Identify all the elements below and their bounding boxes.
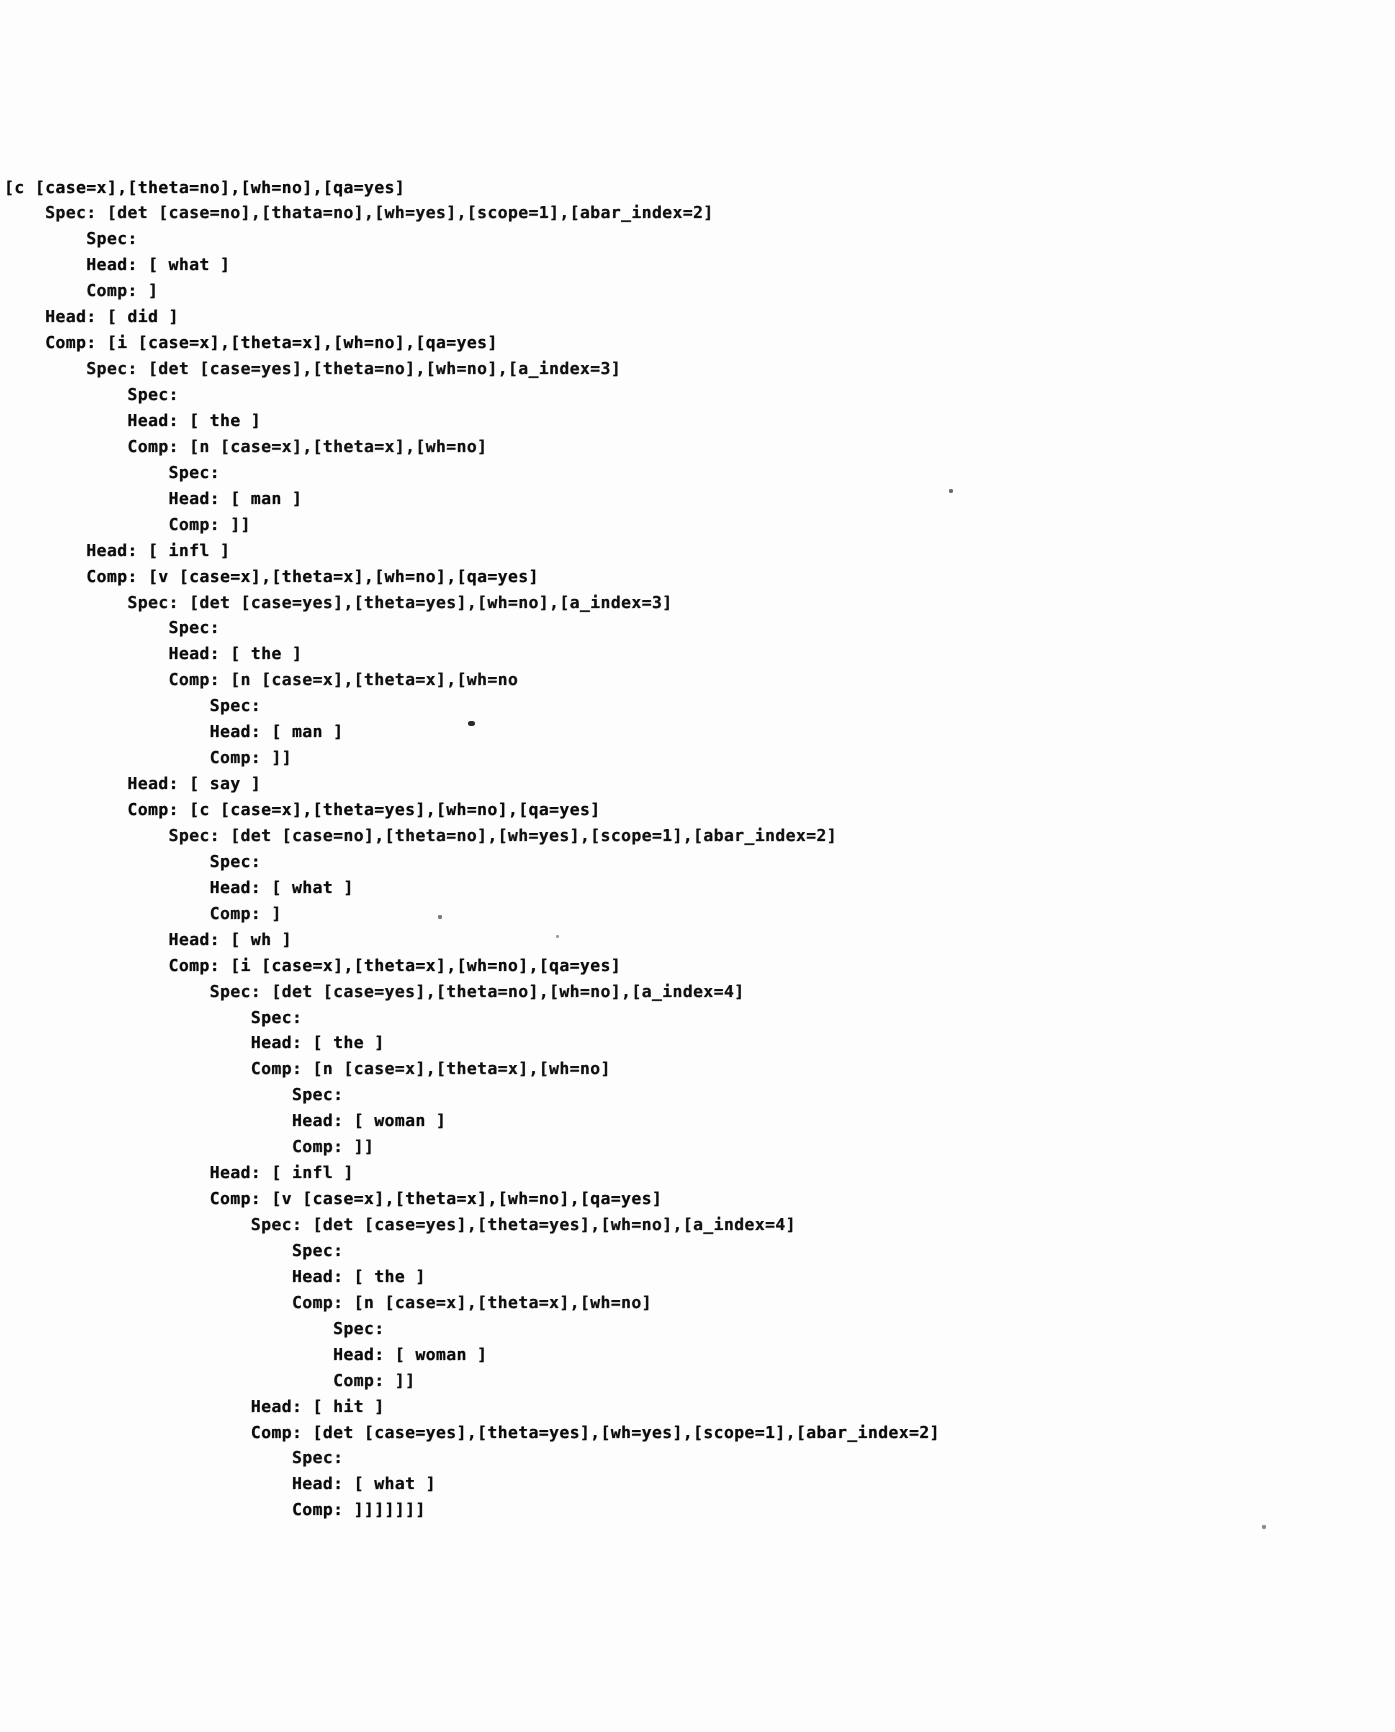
parse-tree-line: Head: [ infl ] [4,540,231,560]
parse-tree-line: Spec: [det [case=no],[theta=no],[wh=yes]… [4,825,837,845]
parse-tree-line: Spec: [4,696,262,716]
page-surface: [c [case=x],[theta=no],[wh=no],[qa=yes] … [0,0,1395,1732]
parse-tree-line: Head: [ man ] [4,722,344,742]
parse-tree-line: Head: [ wh ] [4,929,292,949]
parse-tree-line: Comp: [det [case=yes],[theta=yes],[wh=ye… [4,1422,940,1442]
parse-tree-line: Head: [ the ] [4,410,262,430]
parse-tree-line: Comp: [c [case=x],[theta=yes],[wh=no],[q… [4,800,601,819]
parse-tree-line: Head: [ the ] [4,1033,385,1053]
parse-tree-line: Spec: [det [case=yes],[theta=no],[wh=no]… [4,359,622,379]
parse-tree-line: Comp: ]] [4,1370,416,1390]
parse-tree-line: Spec: [4,851,262,871]
parse-tree-line: Spec: [4,1085,344,1105]
parse-tree-line: Spec: [4,1448,344,1468]
parse-tree-line: Head: [ hit ] [4,1396,385,1416]
parse-tree-line: Comp: [v [case=x],[theta=x],[wh=no],[qa=… [4,1189,663,1209]
parse-tree-line: Spec: [4,1318,385,1338]
parse-tree-line: Comp: ]]]]]]] [4,1500,426,1520]
parse-tree-line: Head: [ say ] [4,774,262,794]
parse-tree-line: Comp: [n [case=x],[theta=x],[wh=no] [4,1292,652,1312]
parse-tree-line: Comp: [v [case=x],[theta=x],[wh=no],[qa=… [4,566,539,586]
parse-tree-line: Spec: [det [case=no],[thata=no],[wh=yes]… [4,203,714,223]
ink-speck-icon [468,721,475,726]
parse-tree-line: Spec: [4,618,220,638]
parse-tree-line: Comp: [n [case=x],[theta=x],[wh=no [4,670,519,690]
parse-tree-line: Spec: [det [case=yes],[theta=yes],[wh=no… [4,1215,796,1234]
parse-tree-line: Head: [ woman ] [4,1344,488,1364]
ink-speck-icon [556,935,559,938]
parse-tree-line: Comp: [i [case=x],[theta=x],[wh=no],[qa=… [4,333,498,353]
ink-speck-icon [1262,1525,1266,1529]
parse-tree-line: Comp: [n [case=x],[theta=x],[wh=no] [4,436,488,456]
parse-tree-line: Head: [ woman ] [4,1111,447,1131]
parse-tree-line: Spec: [4,462,220,482]
parse-tree-line: Spec: [4,1240,344,1260]
ink-speck-icon [949,489,953,493]
parse-tree-line: Comp: ]] [4,748,292,768]
parse-tree-line: Head: [ what ] [4,1474,436,1494]
parse-tree-line: Head: [ what ] [4,877,354,897]
ink-speck-icon [438,915,442,919]
parse-tree-line: [c [case=x],[theta=no],[wh=no],[qa=yes] [4,177,406,197]
parse-tree-line: Head: [ the ] [4,644,303,664]
parse-tree-line: Head: [ infl ] [4,1163,354,1183]
parse-tree-line: Comp: [i [case=x],[theta=x],[wh=no],[qa=… [4,955,622,975]
parse-tree-line: Spec: [4,385,179,404]
parse-tree-line: Spec: [det [case=yes],[theta=no],[wh=no]… [4,981,745,1001]
parse-tree-line: Comp: [n [case=x],[theta=x],[wh=no] [4,1059,611,1079]
parse-tree-line: Head: [ the ] [4,1266,426,1286]
parse-tree-line: Spec: [4,1007,303,1027]
parse-tree-line: Spec: [det [case=yes],[theta=yes],[wh=no… [4,592,673,612]
parse-tree-line: Head: [ did ] [4,307,179,327]
parse-tree-line: Comp: ]] [4,1137,375,1157]
parse-tree-line: Head: [ what ] [4,255,231,275]
parse-tree-line: Comp: ] [4,903,282,923]
parse-tree-line: Comp: ] [4,281,159,301]
parse-tree-line: Comp: ]] [4,514,251,534]
parse-tree-listing: [c [case=x],[theta=no],[wh=no],[qa=yes] … [4,175,1384,1524]
parse-tree-line: Spec: [4,229,138,249]
parse-tree-line: Head: [ man ] [4,488,303,508]
